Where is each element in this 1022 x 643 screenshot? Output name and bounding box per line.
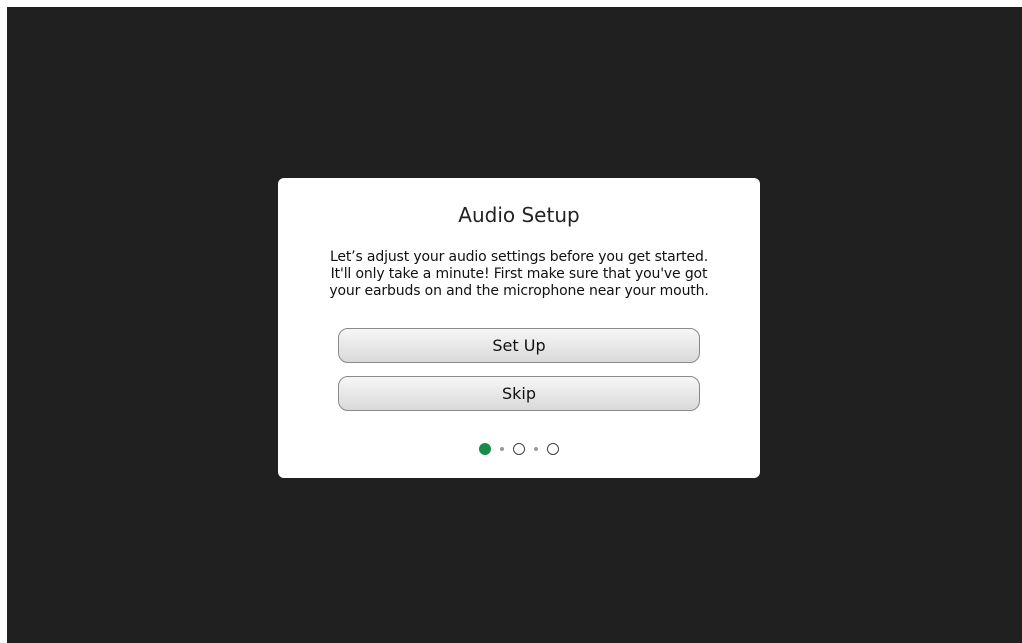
step-indicator: [278, 442, 760, 456]
step-dot-2: [513, 443, 525, 455]
step-separator-dot: [500, 447, 504, 451]
dialog-message: Let’s adjust your audio settings before …: [329, 249, 709, 299]
skip-button[interactable]: Skip: [338, 376, 700, 411]
audio-setup-dialog: Audio Setup Let’s adjust your audio sett…: [278, 178, 760, 478]
dialog-title: Audio Setup: [458, 203, 580, 227]
app-background: Audio Setup Let’s adjust your audio sett…: [7, 7, 1022, 643]
step-dot-1: [479, 443, 491, 455]
set-up-button[interactable]: Set Up: [338, 328, 700, 363]
step-dot-3: [547, 443, 559, 455]
step-separator-dot: [534, 447, 538, 451]
